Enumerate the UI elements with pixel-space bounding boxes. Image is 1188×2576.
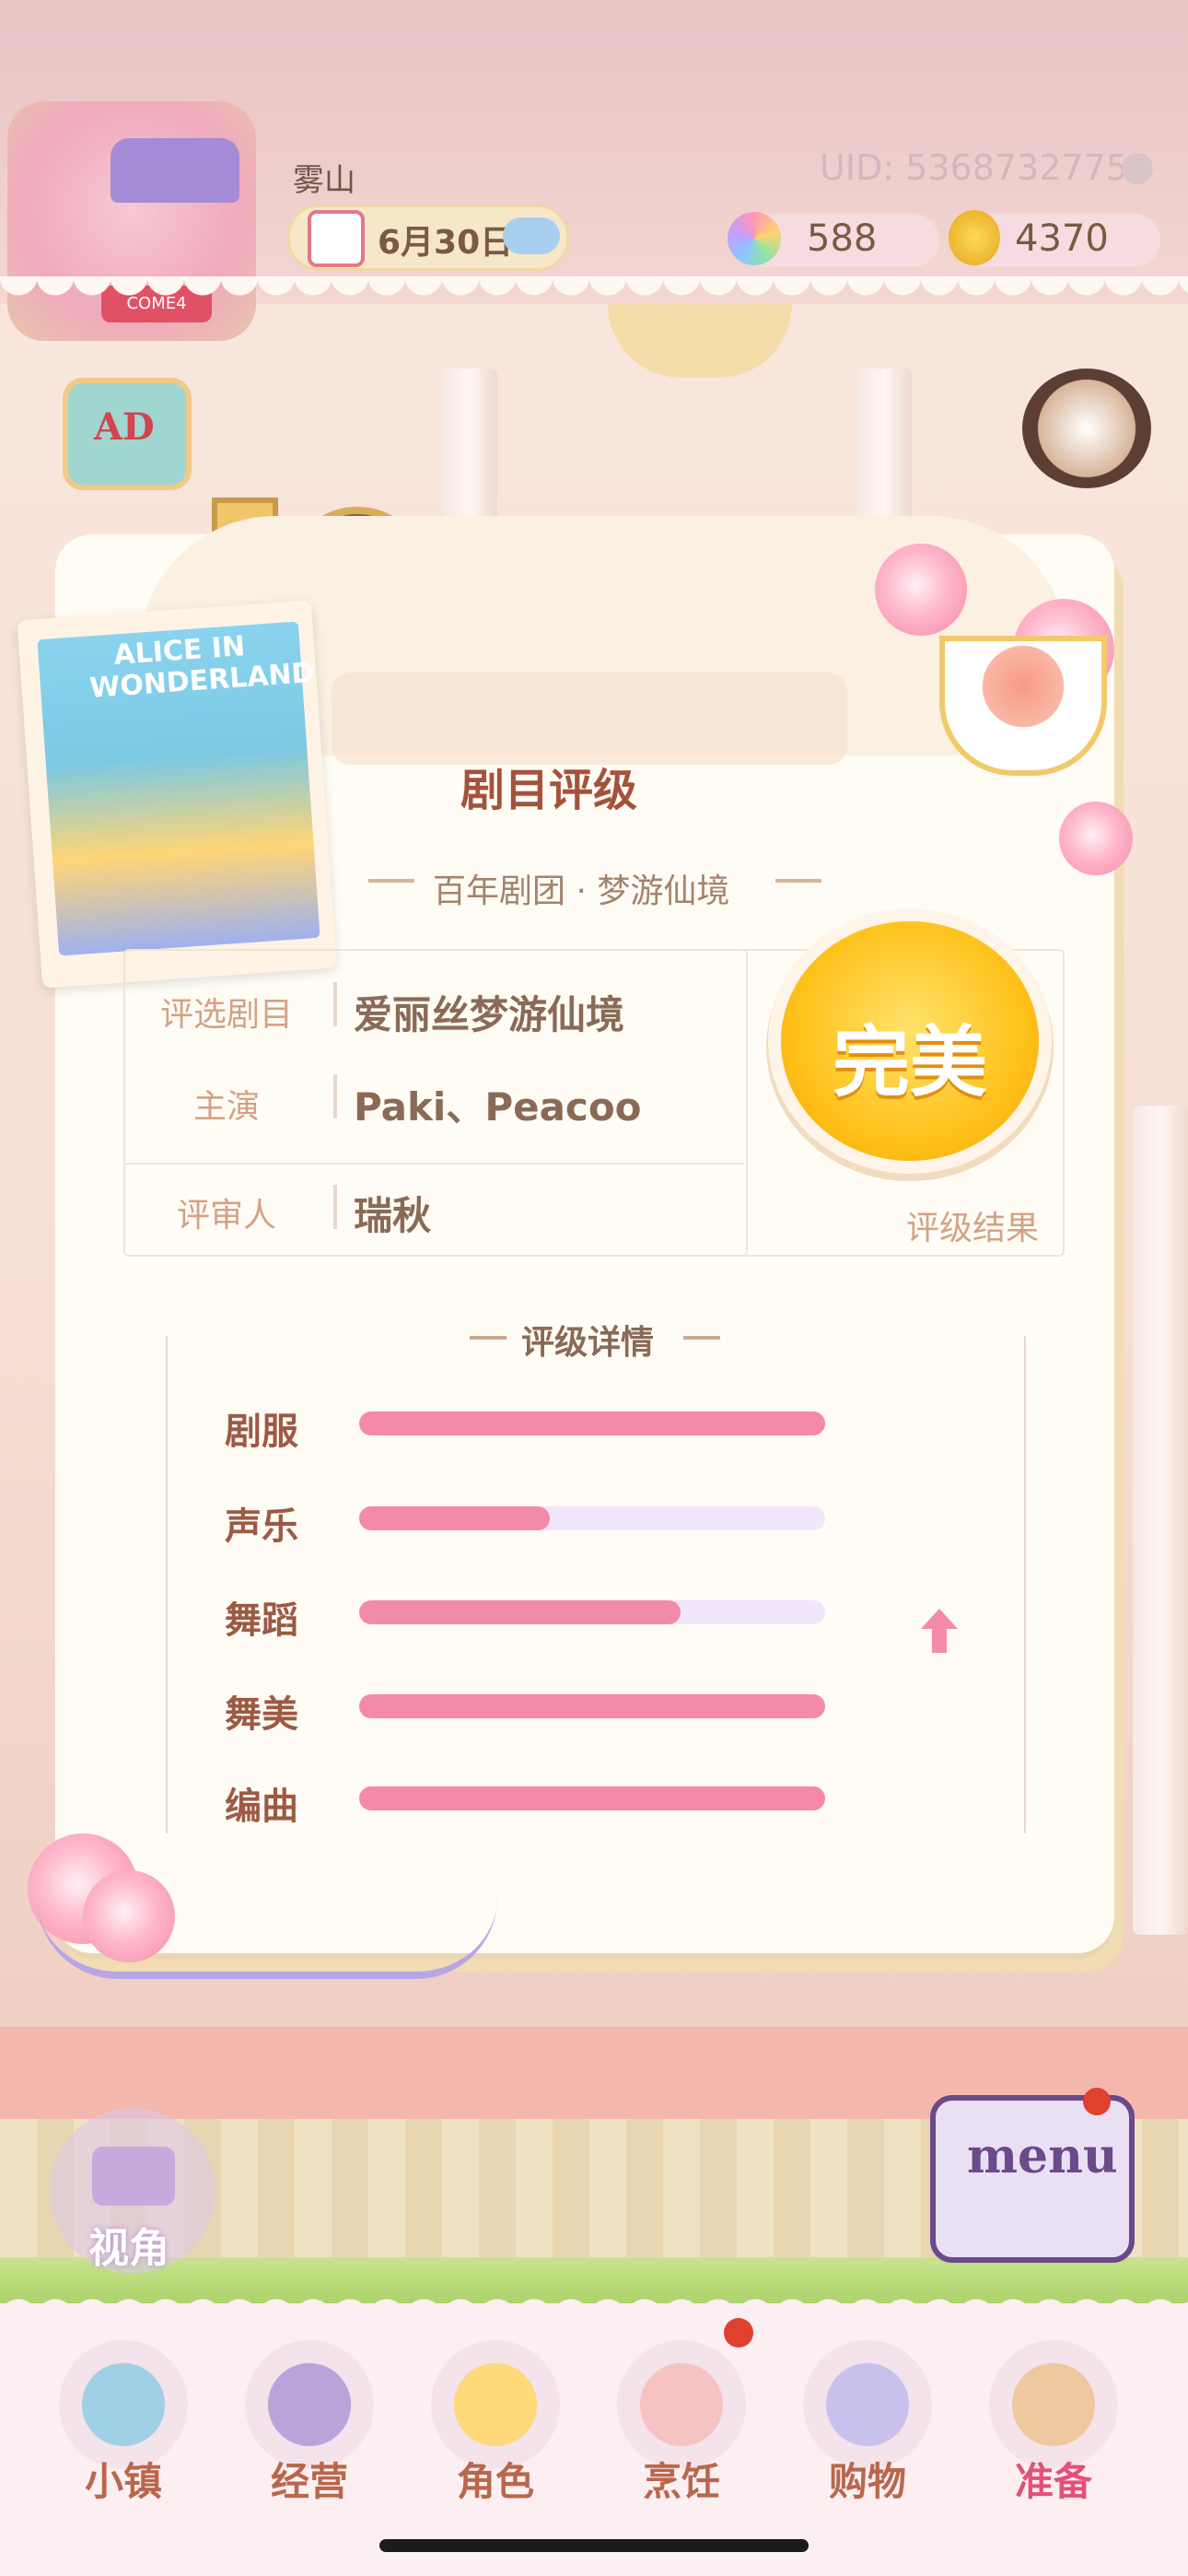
info-value-leads: Paki、Peacoo xyxy=(354,1084,642,1130)
cooking-icon[interactable] xyxy=(617,2340,746,2469)
shop-bag-icon[interactable] xyxy=(245,2340,374,2469)
card-title: 剧目评级 xyxy=(460,765,638,816)
detail-label: 编曲 xyxy=(225,1786,298,1828)
camera-icon xyxy=(92,2147,175,2206)
detail-label: 舞蹈 xyxy=(225,1599,298,1642)
weather-cloud-icon xyxy=(503,217,560,254)
detail-label: 舞美 xyxy=(225,1693,298,1736)
info-separator xyxy=(333,1074,337,1118)
cat-chat-icon[interactable] xyxy=(1022,369,1151,488)
gold-coin-icon xyxy=(949,210,1000,265)
scene-column xyxy=(1133,1106,1188,1935)
teacup-icon xyxy=(939,636,1107,776)
hat-icon xyxy=(111,138,239,203)
ribbon-decoration xyxy=(37,1898,497,1979)
copy-icon[interactable] xyxy=(1122,153,1153,184)
info-separator xyxy=(333,982,337,1026)
result-caption: 评级结果 xyxy=(906,1210,1040,1247)
ornament-left xyxy=(470,1336,507,1340)
info-label: 主演 xyxy=(192,1088,260,1126)
detail-bar-fill xyxy=(359,1694,825,1718)
info-label: 评选剧目 xyxy=(159,996,293,1034)
rating-banner xyxy=(332,673,847,765)
rainbow-flower-icon xyxy=(728,212,781,265)
info-separator xyxy=(333,1185,337,1229)
prepare-basket-icon[interactable] xyxy=(989,2340,1118,2469)
ornament-right xyxy=(775,879,821,883)
calendar-icon xyxy=(308,210,365,267)
coin-amount: 4370 xyxy=(1015,217,1109,260)
ornament-left xyxy=(368,879,414,883)
nav-label[interactable]: 购物 xyxy=(803,2451,932,2507)
info-label: 评审人 xyxy=(176,1197,276,1235)
detail-bar-fill xyxy=(359,1786,825,1810)
details-title: 评级详情 xyxy=(521,1324,655,1362)
date-text: 6月30日 xyxy=(378,224,514,262)
detail-bar-fill xyxy=(359,1506,550,1530)
username: 雾山 xyxy=(293,162,355,199)
detail-bar-fill xyxy=(359,1600,681,1624)
notification-dot xyxy=(1083,2088,1111,2115)
nav-label[interactable]: 经营 xyxy=(245,2451,374,2507)
nav-label[interactable]: 角色 xyxy=(431,2451,560,2507)
ad-label: AD xyxy=(94,405,155,449)
nav-label[interactable]: 小镇 xyxy=(59,2451,188,2507)
detail-label: 声乐 xyxy=(225,1505,298,1548)
camera-view-label: 视角 xyxy=(88,2225,169,2272)
improve-arrow-icon xyxy=(921,1609,958,1653)
rose-icon xyxy=(875,544,967,636)
poster-title: ALICE IN WONDERLAND xyxy=(88,630,316,705)
card-subtitle: 百年剧团 · 梦游仙境 xyxy=(433,872,730,910)
detail-bar-fill xyxy=(359,1411,825,1435)
nav-label[interactable]: 烹饪 xyxy=(617,2451,746,2507)
ornament-right xyxy=(683,1336,720,1340)
uid-text: UID: 5368732775 xyxy=(820,147,1128,188)
info-divider xyxy=(123,1163,744,1165)
info-value-play: 爱丽丝梦游仙境 xyxy=(354,992,625,1037)
nav-label[interactable]: 准备 xyxy=(989,2451,1118,2507)
rose-icon xyxy=(1059,802,1133,875)
character-icon[interactable] xyxy=(431,2340,560,2469)
info-value-judge: 瑞秋 xyxy=(354,1193,432,1238)
nav-scallop xyxy=(0,2292,1188,2318)
flower-amount: 588 xyxy=(807,217,878,260)
menu-label: menu xyxy=(967,2128,1118,2184)
map-icon[interactable] xyxy=(59,2340,188,2469)
home-indicator[interactable] xyxy=(379,2539,809,2552)
header-scallop xyxy=(0,276,1188,310)
notification-dot xyxy=(724,2318,753,2348)
detail-label: 剧服 xyxy=(225,1411,298,1453)
shopping-bag-icon[interactable] xyxy=(803,2340,932,2469)
result-badge-text: 完美 xyxy=(832,1016,987,1107)
